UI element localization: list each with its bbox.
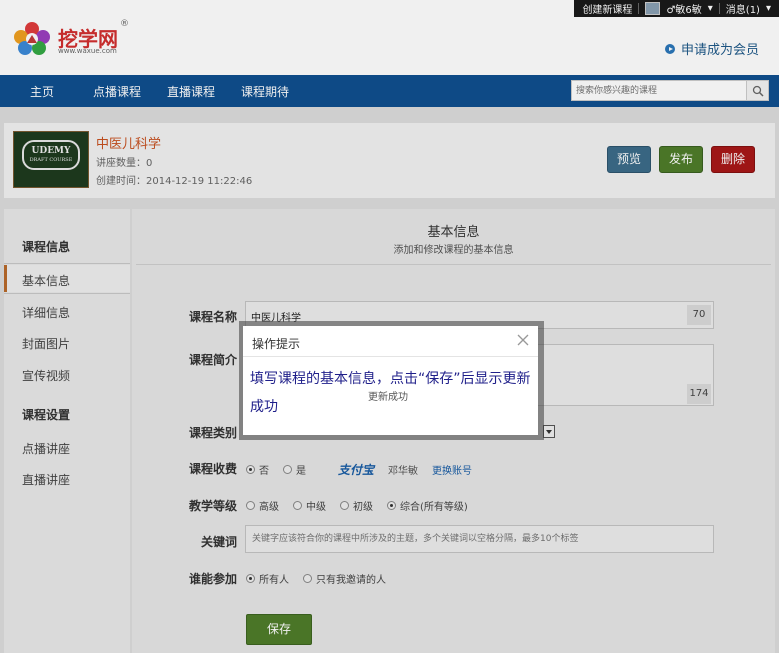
dialog-title: 操作提示 [252, 337, 301, 351]
dialog-sub-message: 更新成功 [368, 392, 408, 403]
close-icon[interactable] [517, 334, 529, 346]
tip-dialog: 操作提示 填写课程的基本信息，点击“保存”后显示更新成功 更新成功 [243, 326, 538, 435]
divider [243, 356, 538, 357]
